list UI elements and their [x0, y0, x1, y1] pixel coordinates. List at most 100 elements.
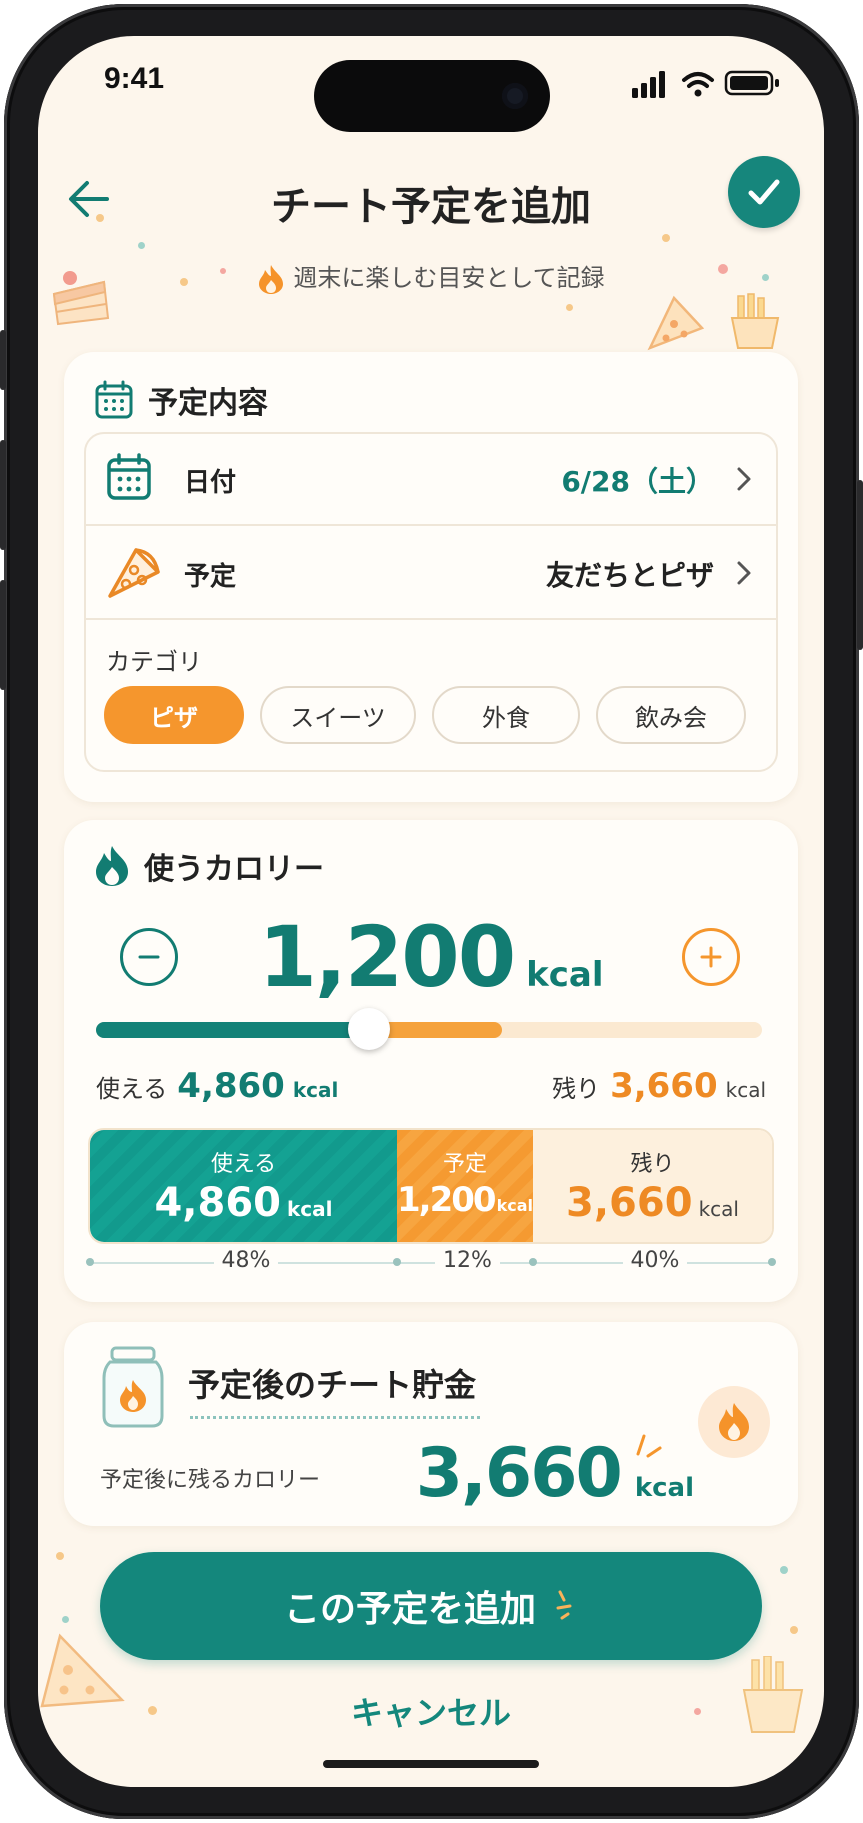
add-plan-label: この予定を追加 [283, 1589, 536, 1630]
date-row[interactable]: 日付 6/28（土） [86, 434, 776, 526]
breakdown-planned-label: 予定 [442, 1152, 487, 1177]
flame-icon [259, 265, 284, 294]
savings-card: 予定後のチート貯金 予定後に残るカロリー 3,660 kcal [64, 1322, 798, 1526]
subtitle-text: 週末に楽しむ目安として記録 [293, 264, 605, 292]
flame-icon [719, 1403, 749, 1441]
savings-title: 予定後のチート貯金 [188, 1366, 477, 1404]
savings-unit: kcal [634, 1473, 694, 1503]
flame-icon [96, 846, 128, 886]
chip-sweets[interactable]: スイーツ [260, 686, 416, 744]
date-label: 日付 [184, 468, 237, 498]
chip-drinking-party[interactable]: 飲み会 [596, 686, 746, 744]
chevron-right-icon [737, 467, 751, 491]
plan-row[interactable]: 予定 友だちとピザ [86, 528, 776, 620]
check-icon [748, 179, 780, 205]
slider-used-fill [96, 1022, 370, 1038]
breakdown-planned-number: 1,200 [397, 1180, 497, 1220]
breakdown-available-label: 使える [210, 1152, 277, 1177]
volume-down-button [0, 580, 6, 690]
calendar-icon [95, 380, 133, 419]
calorie-unit: kcal [526, 955, 604, 995]
breakdown-available-value: 4,860 kcal [90, 1180, 397, 1226]
pizza-illustration-icon [647, 295, 705, 351]
increase-button[interactable] [682, 928, 740, 986]
page-title: チート予定を追加 [271, 184, 591, 230]
breakdown-available-unit: kcal [287, 1197, 333, 1221]
percentage-tick [393, 1258, 401, 1266]
calorie-breakdown-bar: 使える 4,860 kcal 予定 1,200 kcal 残り 3,660 kcal [88, 1128, 774, 1244]
dotted-divider [190, 1416, 480, 1419]
screen: 9:41 チート予定を追加 週末に楽しむ目安として記録 予定内容 日付 6/28… [38, 36, 824, 1787]
percentage-tick [768, 1258, 776, 1266]
add-plan-button[interactable]: この予定を追加 [100, 1552, 762, 1660]
breakdown-remaining-number: 3,660 [566, 1180, 693, 1226]
calorie-slider[interactable] [96, 1008, 762, 1050]
plus-icon [700, 946, 722, 968]
breakdown-remaining-unit: kcal [698, 1197, 739, 1221]
breakdown-planned: 予定 1,200 kcal [397, 1130, 533, 1242]
status-time: 9:41 [104, 62, 165, 95]
plan-details: 日付 6/28（土） 予定 友だちとピザ カテゴリ ピザ スイーツ 外食 飲み会 [84, 432, 778, 772]
sparkle-icon [636, 1434, 662, 1458]
breakdown-available: 使える 4,860 kcal [90, 1130, 397, 1242]
confetti-dot [790, 1626, 798, 1634]
jar-icon [102, 1346, 164, 1428]
chip-pizza[interactable]: ピザ [104, 686, 244, 744]
confirm-button[interactable] [728, 156, 800, 228]
savings-flame-badge [698, 1386, 770, 1458]
battery-icon [724, 70, 779, 96]
plan-label: 予定 [184, 562, 237, 592]
percentage-remaining: 40% [622, 1248, 688, 1273]
plan-card-header: 予定内容 [94, 378, 268, 422]
plan-card: 予定内容 日付 6/28（土） 予定 友だちとピザ カテゴリ ピザ スイーツ 外… [64, 352, 798, 802]
breakdown-remaining: 残り 3,660 kcal [533, 1130, 772, 1242]
cancel-button[interactable]: キャンセル [38, 1688, 824, 1734]
confetti-dot [56, 1552, 64, 1560]
remaining-value: 3,660 [610, 1066, 718, 1106]
savings-label: 予定後に残るカロリー [100, 1468, 321, 1493]
calorie-card-title: 使うカロリー [144, 852, 324, 887]
slider-handle[interactable] [348, 1008, 391, 1050]
available-stat: 使える 4,860 kcal [96, 1066, 338, 1106]
camera-icon [502, 83, 528, 109]
percentage-available: 48% [213, 1248, 279, 1273]
available-value: 4,860 [177, 1066, 285, 1106]
signal-icon [632, 71, 665, 98]
mute-switch [0, 330, 6, 390]
chevron-right-icon [737, 561, 751, 585]
wifi-icon [682, 72, 714, 97]
calendar-icon [107, 453, 151, 500]
power-button [857, 480, 863, 650]
breakdown-remaining-label: 残り [630, 1152, 675, 1177]
remaining-label: 残り [552, 1075, 601, 1103]
confetti-dot [62, 1616, 69, 1623]
available-label: 使える [96, 1075, 168, 1103]
available-unit: kcal [292, 1078, 339, 1102]
status-icons [632, 70, 779, 98]
plan-value: 友だちとピザ [545, 559, 714, 592]
fries-illustration-icon [730, 293, 780, 349]
breakdown-planned-value: 1,200 kcal [397, 1180, 533, 1220]
chip-dining-out[interactable]: 外食 [432, 686, 580, 744]
calorie-card: 使うカロリー 1,200 kcal 使える 4,860 kcal 残り 3,66… [64, 820, 798, 1302]
percentage-planned: 12% [435, 1248, 500, 1273]
dynamic-island [314, 60, 550, 132]
plan-card-title: 予定内容 [148, 386, 268, 421]
breakdown-remaining-value: 3,660 kcal [533, 1180, 772, 1226]
subtitle: 週末に楽しむ目安として記録 [38, 258, 824, 295]
remaining-unit: kcal [725, 1078, 766, 1102]
header: チート予定を追加 [38, 156, 824, 246]
date-value: 6/28（土） [561, 465, 714, 498]
percentage-tick [529, 1258, 537, 1266]
breakdown-planned-unit: kcal [496, 1196, 533, 1215]
pizza-icon [108, 548, 160, 598]
home-indicator [323, 1760, 539, 1768]
breakdown-available-number: 4,860 [154, 1180, 281, 1226]
category-chips: ピザ スイーツ 外食 飲み会 [104, 686, 762, 744]
remaining-stat: 残り 3,660 kcal [552, 1066, 766, 1106]
calorie-card-header: 使うカロリー [94, 844, 324, 888]
percentage-tick [86, 1258, 94, 1266]
savings-number: 3,660 [415, 1434, 623, 1513]
confetti-dot [566, 304, 573, 311]
calorie-value: 1,200 [258, 908, 516, 1006]
